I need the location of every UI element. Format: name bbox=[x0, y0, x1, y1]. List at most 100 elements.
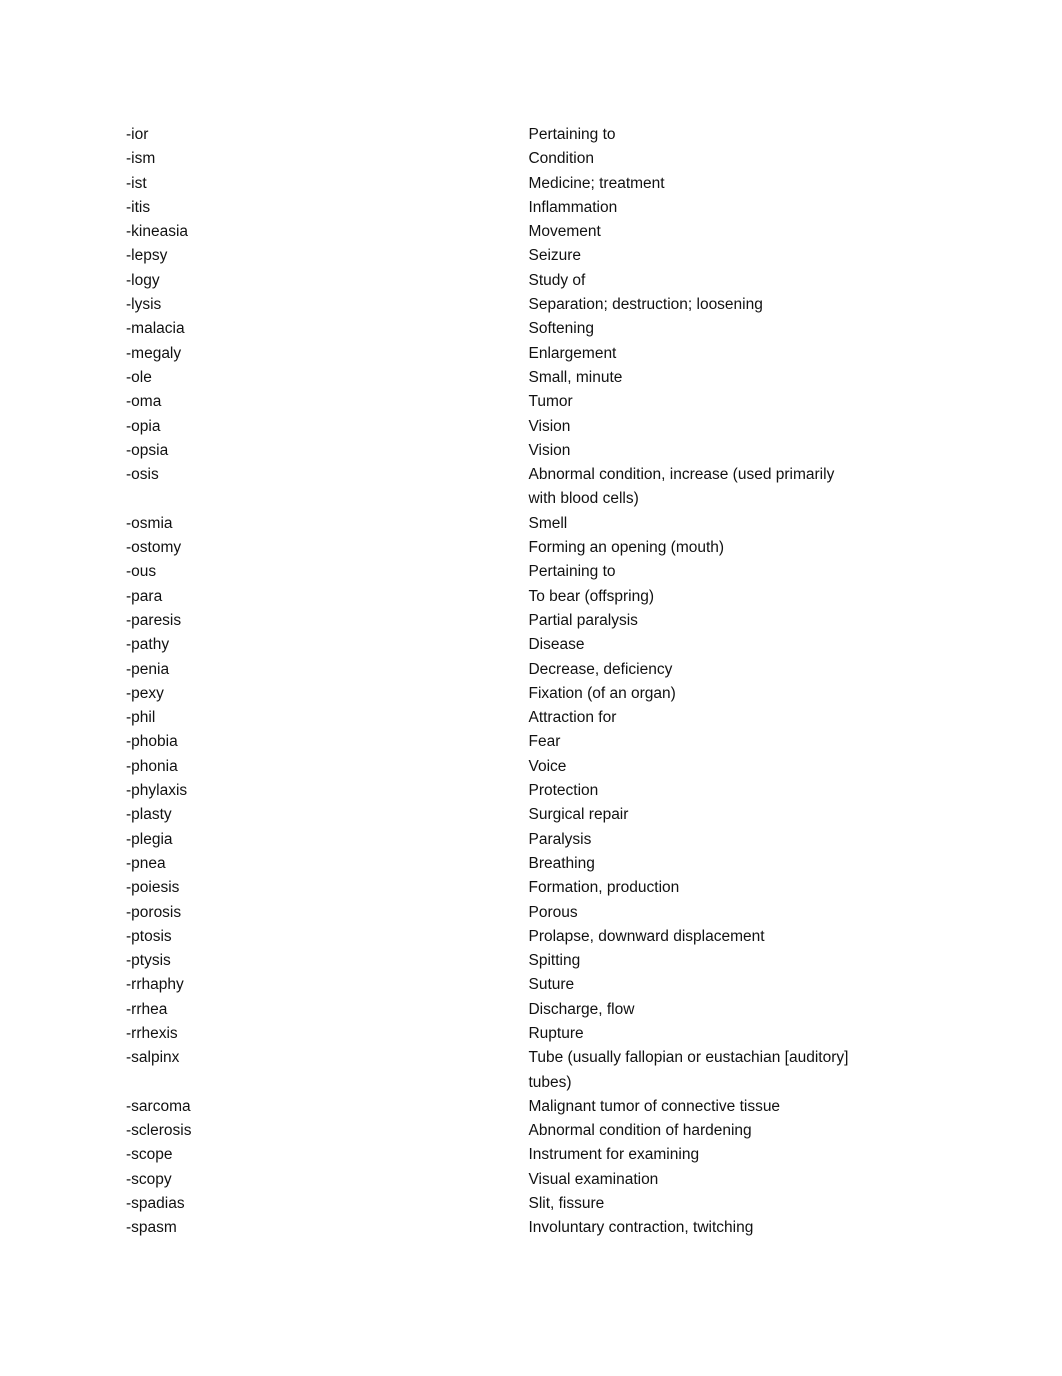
definition-line: Forming an opening (mouth) bbox=[528, 539, 725, 557]
suffix-definition: Spitting bbox=[528, 949, 926, 973]
suffix-definition: Slit, fissure bbox=[528, 1192, 926, 1216]
suffix-term: -ptysis bbox=[126, 952, 171, 970]
suffix-definition-list: -ior Pertaining to -ism Condition -ist Medici… bbox=[126, 123, 926, 1241]
list-item: -pnea Breathing bbox=[126, 852, 926, 876]
list-item: -lysis Separation; destruction; loosening bbox=[126, 293, 926, 317]
definition-line: Protection bbox=[528, 782, 599, 800]
definition-line: Condition bbox=[528, 150, 594, 168]
suffix-term: -penia bbox=[126, 660, 170, 678]
suffix-definition: Condition bbox=[528, 147, 926, 171]
suffix-definition: Formation, production bbox=[528, 876, 926, 900]
suffix-definition: Inflammation bbox=[528, 196, 926, 220]
list-item: -kineasia Movement bbox=[126, 220, 926, 244]
list-item: -plegia Paralysis bbox=[126, 828, 926, 852]
list-item: -scopy Visual examination bbox=[126, 1168, 926, 1192]
suffix-term: -pathy bbox=[126, 636, 170, 654]
list-item: -opia Vision bbox=[126, 415, 926, 439]
suffix-definition: Tumor bbox=[528, 390, 926, 414]
suffix-term: -opsia bbox=[126, 441, 169, 459]
list-item: -ostomy Forming an opening (mouth) bbox=[126, 536, 926, 560]
suffix-definition: Discharge, flow bbox=[528, 998, 926, 1022]
definition-line: Pertaining to bbox=[528, 126, 616, 143]
suffix-term: -oma bbox=[126, 393, 162, 411]
suffix-term: -sarcoma bbox=[126, 1097, 191, 1115]
list-item: -opsia Vision bbox=[126, 439, 926, 463]
list-item: -megaly Enlargement bbox=[126, 342, 926, 366]
suffix-term: -phylaxis bbox=[126, 782, 188, 800]
suffix-term: -malacia bbox=[126, 320, 185, 338]
definition-line: Fear bbox=[528, 733, 561, 751]
definition-line: Enlargement bbox=[528, 344, 617, 362]
suffix-term: -pnea bbox=[126, 854, 166, 872]
suffix-term: -spasm bbox=[126, 1219, 177, 1237]
suffix-definition: Decrease, deficiency bbox=[528, 658, 926, 682]
list-item: -pathy Disease bbox=[126, 633, 926, 657]
definition-line: Slit, fissure bbox=[528, 1195, 605, 1213]
definition-line: Suture bbox=[528, 976, 575, 994]
suffix-term: -osis bbox=[126, 466, 159, 484]
list-item: -phil Attraction for bbox=[126, 706, 926, 730]
definition-line: Inflammation bbox=[528, 198, 618, 216]
definition-line: Decrease, deficiency bbox=[528, 660, 673, 678]
suffix-term: -paresis bbox=[126, 611, 182, 629]
suffix-definition: Medicine; treatment bbox=[528, 172, 926, 196]
list-item: -phonia Voice bbox=[126, 755, 926, 779]
suffix-definition: Paralysis bbox=[528, 828, 926, 852]
definition-line: Fixation (of an organ) bbox=[528, 684, 676, 702]
suffix-definition: Movement bbox=[528, 220, 926, 244]
list-item: -ptysis Spitting bbox=[126, 949, 926, 973]
list-item: -spasm Involuntary contraction, twitching bbox=[126, 1216, 926, 1240]
suffix-term: -megaly bbox=[126, 344, 182, 362]
suffix-term: -phobia bbox=[126, 733, 178, 751]
list-item: -ous Pertaining to bbox=[126, 560, 926, 584]
suffix-term: -rrhexis bbox=[126, 1024, 178, 1042]
list-item: -rrhaphy Suture bbox=[126, 973, 926, 997]
suffix-definition: Involuntary contraction, twitching bbox=[528, 1216, 926, 1240]
list-item: -lepsy Seizure bbox=[126, 244, 926, 268]
suffix-term: -ptosis bbox=[126, 927, 172, 945]
suffix-term: -opia bbox=[126, 417, 161, 435]
suffix-term: -ior bbox=[126, 126, 149, 143]
suffix-term: -sclerosis bbox=[126, 1122, 192, 1140]
definition-line: Tumor bbox=[528, 393, 573, 411]
suffix-definition: Smell bbox=[528, 512, 926, 536]
definition-line: Prolapse, downward displacement bbox=[528, 927, 765, 945]
suffix-term: -lepsy bbox=[126, 247, 168, 265]
suffix-term: -itis bbox=[126, 198, 151, 216]
suffix-definition: Forming an opening (mouth) bbox=[528, 536, 926, 560]
list-item: -rrhea Discharge, flow bbox=[126, 998, 926, 1022]
list-item: -para To bear (offspring) bbox=[126, 585, 926, 609]
suffix-term: -ism bbox=[126, 150, 156, 168]
suffix-definition: Partial paralysis bbox=[528, 609, 926, 633]
definition-line: Vision bbox=[528, 417, 571, 435]
suffix-term: -kineasia bbox=[126, 223, 189, 241]
suffix-definition: Instrument for examining bbox=[528, 1143, 926, 1167]
suffix-definition: Vision bbox=[528, 415, 926, 439]
list-item: -ist Medicine; treatment bbox=[126, 172, 926, 196]
suffix-definition: Protection bbox=[528, 779, 926, 803]
suffix-term: -para bbox=[126, 587, 163, 605]
suffix-definition: Pertaining to bbox=[528, 560, 926, 584]
suffix-definition: Porous bbox=[528, 901, 926, 925]
definition-line: Abnormal condition, increase (used prima… bbox=[528, 466, 835, 484]
definition-line: Seizure bbox=[528, 247, 582, 265]
list-item: -rrhexis Rupture bbox=[126, 1022, 926, 1046]
definition-line: Rupture bbox=[528, 1024, 584, 1042]
suffix-definition: Seizure bbox=[528, 244, 926, 268]
definition-line: Study of bbox=[528, 271, 586, 289]
suffix-term: -pexy bbox=[126, 684, 164, 702]
list-item: -scope Instrument for examining bbox=[126, 1143, 926, 1167]
suffix-definition: Small, minute bbox=[528, 366, 926, 390]
definition-line: Involuntary contraction, twitching bbox=[528, 1219, 754, 1237]
definition-line: Movement bbox=[528, 223, 601, 241]
suffix-definition: Abnormal condition, increase (used prima… bbox=[528, 463, 926, 512]
definition-line: Surgical repair bbox=[528, 806, 629, 824]
definition-line: Paralysis bbox=[528, 830, 592, 848]
suffix-term: -porosis bbox=[126, 903, 182, 921]
suffix-definition: Separation; destruction; loosening bbox=[528, 293, 926, 317]
suffix-definition: Abnormal condition of hardening bbox=[528, 1119, 926, 1143]
definition-line: Partial paralysis bbox=[528, 611, 638, 629]
list-item: -phylaxis Protection bbox=[126, 779, 926, 803]
list-item: -porosis Porous bbox=[126, 901, 926, 925]
list-item: -malacia Softening bbox=[126, 317, 926, 341]
